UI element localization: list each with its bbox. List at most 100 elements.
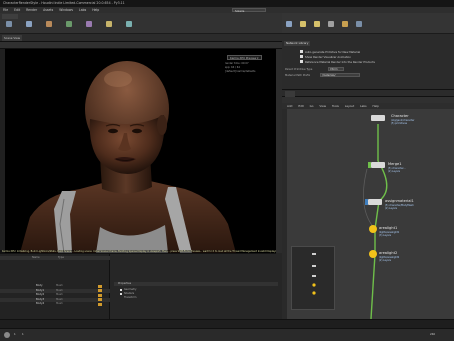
menu-render[interactable]: Render: [26, 8, 37, 12]
shelf-light-icon-1[interactable]: [286, 21, 292, 27]
shelf-light-icon-3[interactable]: [314, 21, 320, 27]
network-tabs: [282, 90, 454, 97]
window-title: CharacterRenderStyle - Houdini Indie Lim…: [0, 0, 454, 7]
shelf-tab-2[interactable]: [19, 14, 33, 19]
shelf-light-icon-5[interactable]: [342, 21, 348, 27]
menu-labs[interactable]: Labs: [79, 8, 86, 12]
visibility-icon[interactable]: [98, 289, 102, 293]
frame-end[interactable]: 240: [430, 332, 435, 336]
network-overview[interactable]: [291, 246, 335, 310]
visibility-icon[interactable]: [98, 298, 102, 302]
shelf-tab-5[interactable]: [64, 14, 78, 19]
play-button[interactable]: [4, 332, 10, 338]
shelf-light-icon-6[interactable]: [356, 21, 362, 27]
render-stats: render time: 00:07 spp: 64 / 64 [default…: [225, 62, 275, 73]
param-checkbox-row[interactable]: Show Render Visualizer Animation: [300, 55, 351, 59]
node-name: arealight2: [379, 251, 398, 255]
merge-node: [371, 162, 385, 168]
character-render: [0, 49, 276, 253]
scene-graph-table: Name Type Body Mesh Body1 Mesh Body2 Mes…: [0, 254, 110, 319]
node-info: (5) primitives: [391, 122, 408, 125]
props-header: Properties: [114, 282, 278, 286]
viewport-left-toolbar: [0, 49, 5, 253]
menu-assets[interactable]: Assets: [43, 8, 53, 12]
checkbox-icon[interactable]: [300, 50, 303, 54]
row-type: Mesh: [56, 302, 63, 305]
menu-file[interactable]: File: [3, 8, 8, 12]
viewport-render[interactable]: [0, 49, 276, 253]
col-name-header: Name: [32, 256, 40, 259]
node-name: assignmaterial1: [385, 199, 414, 203]
assignmaterial-node: [368, 199, 382, 205]
shelf-tab-4[interactable]: [49, 14, 63, 19]
visibility-icon[interactable]: [98, 293, 102, 297]
right-shelf: [282, 13, 454, 34]
viewport-toolbar: [0, 42, 282, 49]
param-checkbox-row[interactable]: Reference Material Render Into the Rende…: [300, 60, 375, 64]
param-checkbox-row[interactable]: Auto-generate Primitive for New Material: [300, 50, 360, 54]
shelf-tool-icon-3[interactable]: [46, 21, 52, 27]
character-node: [371, 115, 385, 121]
props-row[interactable]: Transform: [124, 296, 136, 300]
bypass-flag: [368, 162, 371, 168]
node-name: Character: [391, 114, 409, 118]
visibility-icon[interactable]: [98, 302, 102, 306]
net-menu-add[interactable]: Add: [287, 104, 292, 108]
shelf-tool-icon-1[interactable]: [6, 21, 12, 27]
net-menu-help[interactable]: Help: [373, 104, 379, 108]
param-checkbox-label: Reference Material Render Into the Rende…: [305, 60, 375, 64]
menu-edit[interactable]: Edit: [14, 8, 20, 12]
shelf-tool-icon-4[interactable]: [66, 21, 72, 27]
param-checkbox-label: Auto-generate Primitive for New Material: [305, 50, 361, 54]
shelf-light-icon-2[interactable]: [300, 21, 306, 27]
arealight1-node: [369, 225, 377, 233]
param-label: Parent Primitive Type: [285, 68, 313, 71]
menu-windows[interactable]: Windows: [59, 8, 73, 12]
net-menu-edit[interactable]: Edit: [298, 104, 303, 108]
param-tab-network-library[interactable]: Network Library: [284, 41, 311, 46]
col-type-header: Type: [58, 256, 64, 259]
shelf-light-icon-4[interactable]: [328, 21, 334, 27]
shelf-tab-1[interactable]: [2, 14, 18, 19]
table-row[interactable]: Body4 Mesh: [0, 302, 110, 306]
node-info: (3) Layers: [379, 234, 392, 237]
render-stat-line: [default] karma/defaults: [225, 69, 256, 73]
wire: [370, 253, 376, 319]
net-menu-layout[interactable]: Layout: [345, 104, 355, 108]
table-header: Name Type: [0, 256, 110, 261]
net-menu-go[interactable]: Go: [310, 104, 314, 108]
shelf-tool-icon-5[interactable]: [86, 21, 92, 27]
checkbox-icon[interactable]: [300, 60, 303, 64]
scene-properties-pane: Properties Geometry Shaders Transform: [110, 254, 282, 319]
shelf-tab-3[interactable]: [34, 14, 48, 19]
param-checkbox-label: Show Render Visualizer Animation: [305, 55, 352, 59]
row-name: Body4: [36, 302, 45, 305]
node-info: (2) Layers: [379, 259, 392, 262]
parent-prim-type-field[interactable]: Xform: [328, 67, 344, 71]
tab-scene-view[interactable]: Scene View: [2, 35, 23, 41]
houdini-window: CharacterRenderStyle - Houdini Indie Lim…: [0, 0, 454, 341]
visibility-icon[interactable]: [98, 284, 102, 288]
node-info: (2) Layers: [385, 207, 398, 210]
bullet-icon: [120, 289, 122, 291]
camera-menu-button[interactable]: Karma XPU Preview ▾: [227, 55, 262, 60]
shelf: [0, 13, 282, 34]
net-menu-view[interactable]: View: [319, 104, 326, 108]
desktop-select[interactable]: Solaris: [232, 8, 266, 13]
material-path-prefix-field[interactable]: /materials/: [320, 73, 360, 77]
display-flag: [365, 199, 368, 205]
timeline[interactable]: [0, 319, 454, 335]
viewport-tabs: Scene View: [0, 34, 282, 42]
checkbox-icon[interactable]: [300, 55, 303, 59]
node-info: (2) Layers: [388, 170, 401, 173]
playbar: 1 1 240: [0, 328, 454, 341]
frame-start[interactable]: 1: [14, 332, 16, 336]
shelf-tool-icon-6[interactable]: [106, 21, 112, 27]
bullet-icon: [120, 293, 122, 295]
frame-current[interactable]: 1: [22, 332, 24, 336]
net-menu-tools[interactable]: Tools: [332, 104, 339, 108]
shelf-tool-icon-7[interactable]: [126, 21, 132, 27]
menu-help[interactable]: Help: [92, 8, 99, 12]
net-menu-labs[interactable]: Labs: [360, 104, 367, 108]
shelf-tool-icon-2[interactable]: [26, 21, 32, 27]
